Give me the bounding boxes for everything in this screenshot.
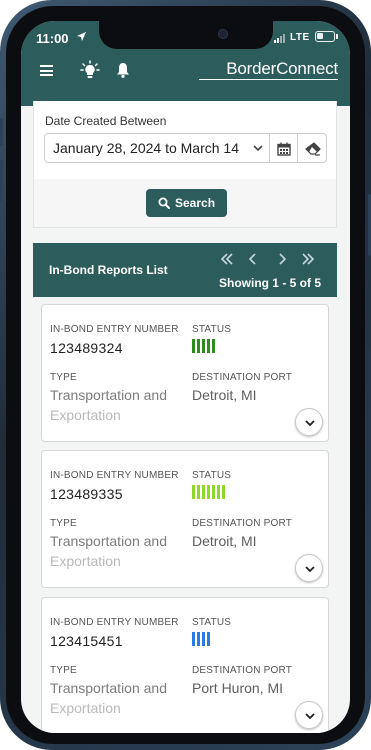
camera-icon bbox=[218, 29, 228, 39]
status-tick bbox=[192, 632, 195, 646]
calendar-icon bbox=[277, 142, 291, 156]
type-value: Transportation and bbox=[50, 680, 167, 696]
expand-button[interactable] bbox=[295, 408, 323, 436]
status-time: 11:00 bbox=[36, 31, 69, 46]
search-icon bbox=[158, 197, 170, 209]
chevron-down-icon bbox=[253, 145, 263, 152]
list-title: In-Bond Reports List bbox=[49, 263, 168, 277]
date-range-value: January 28, 2024 to March 14 bbox=[53, 140, 240, 156]
reports-list-header: In-Bond Reports List Showing 1 - 5 of 5 bbox=[33, 243, 337, 297]
date-range-select[interactable]: January 28, 2024 to March 14 bbox=[44, 133, 270, 163]
type-value-overflow: Exportation bbox=[50, 553, 121, 569]
brand-underline bbox=[199, 79, 338, 80]
chevron-down-icon bbox=[305, 713, 315, 720]
location-arrow-icon bbox=[76, 31, 87, 42]
destination-port-label: DESTINATION PORT bbox=[192, 372, 293, 383]
next-page-icon[interactable] bbox=[275, 252, 289, 266]
status-tick bbox=[207, 339, 210, 353]
status-label: STATUS bbox=[192, 617, 232, 628]
status-tick bbox=[217, 485, 220, 499]
entry-number-label: IN-BOND ENTRY NUMBER bbox=[50, 324, 179, 335]
destination-port: Detroit, MI bbox=[192, 387, 257, 403]
status-tick bbox=[192, 339, 195, 353]
status-tick bbox=[207, 632, 210, 646]
entry-number: 123489324 bbox=[50, 340, 123, 356]
status-label: STATUS bbox=[192, 470, 232, 481]
status-tick bbox=[222, 485, 225, 499]
app-header: 11:00 LTE BorderConnect bbox=[21, 21, 350, 106]
report-card: IN-BOND ENTRY NUMBER 123489335 STATUS TY… bbox=[41, 450, 329, 588]
menu-icon[interactable] bbox=[40, 65, 53, 76]
filter-panel: Date Created Between January 28, 2024 to… bbox=[33, 101, 337, 228]
status-tick bbox=[207, 485, 210, 499]
calendar-button[interactable] bbox=[269, 133, 298, 163]
filter-fields: Date Created Between January 28, 2024 to… bbox=[34, 101, 336, 179]
signal-icon bbox=[274, 33, 288, 43]
network-type: LTE bbox=[290, 32, 310, 43]
chevron-down-icon bbox=[305, 566, 315, 573]
type-value-overflow: Exportation bbox=[50, 700, 121, 716]
pagination-summary: Showing 1 - 5 of 5 bbox=[218, 276, 321, 290]
type-label: TYPE bbox=[50, 372, 77, 383]
destination-port-label: DESTINATION PORT bbox=[192, 518, 293, 529]
destination-port-label: DESTINATION PORT bbox=[192, 665, 293, 676]
app-screen: 11:00 LTE BorderConnect Date Created Bet… bbox=[21, 21, 350, 733]
eraser-icon bbox=[305, 142, 321, 156]
status-tick bbox=[212, 485, 215, 499]
status-tick bbox=[197, 339, 200, 353]
report-card: IN-BOND ENTRY NUMBER 123489324 STATUS TY… bbox=[41, 304, 329, 442]
battery-tip bbox=[336, 34, 338, 39]
last-page-icon[interactable] bbox=[301, 252, 315, 266]
search-button[interactable]: Search bbox=[146, 189, 227, 217]
status-tick bbox=[202, 632, 205, 646]
chevron-down-icon bbox=[305, 420, 315, 427]
expand-button[interactable] bbox=[295, 701, 323, 729]
destination-port: Port Huron, MI bbox=[192, 680, 284, 696]
type-value: Transportation and bbox=[50, 533, 167, 549]
type-value-overflow: Exportation bbox=[50, 407, 121, 423]
status-tick bbox=[202, 339, 205, 353]
entry-number-label: IN-BOND ENTRY NUMBER bbox=[50, 470, 179, 481]
first-page-icon[interactable] bbox=[220, 252, 234, 266]
bell-icon[interactable] bbox=[116, 62, 130, 78]
entry-number: 123489335 bbox=[50, 486, 123, 502]
entry-number-label: IN-BOND ENTRY NUMBER bbox=[50, 617, 179, 628]
notch bbox=[99, 21, 273, 49]
brand-logo: BorderConnect bbox=[226, 59, 338, 78]
volume-up-button bbox=[0, 118, 3, 146]
entry-number: 123415451 bbox=[50, 633, 123, 649]
status-tick bbox=[197, 632, 200, 646]
status-tick bbox=[197, 485, 200, 499]
battery-icon bbox=[315, 31, 335, 42]
type-value: Transportation and bbox=[50, 387, 167, 403]
status-tick bbox=[212, 339, 215, 353]
date-range-label: Date Created Between bbox=[45, 114, 167, 128]
type-label: TYPE bbox=[50, 665, 77, 676]
previous-page-icon[interactable] bbox=[246, 252, 260, 266]
clear-date-button[interactable] bbox=[297, 133, 327, 163]
report-card: IN-BOND ENTRY NUMBER 123415451 STATUS TY… bbox=[41, 597, 329, 733]
type-label: TYPE bbox=[50, 518, 77, 529]
status-tick bbox=[202, 485, 205, 499]
destination-port: Detroit, MI bbox=[192, 533, 257, 549]
search-button-label: Search bbox=[175, 196, 216, 210]
status-tick bbox=[192, 485, 195, 499]
expand-button[interactable] bbox=[295, 554, 323, 582]
volume-down-button bbox=[0, 160, 3, 202]
lightbulb-icon[interactable] bbox=[80, 60, 100, 80]
status-label: STATUS bbox=[192, 324, 232, 335]
